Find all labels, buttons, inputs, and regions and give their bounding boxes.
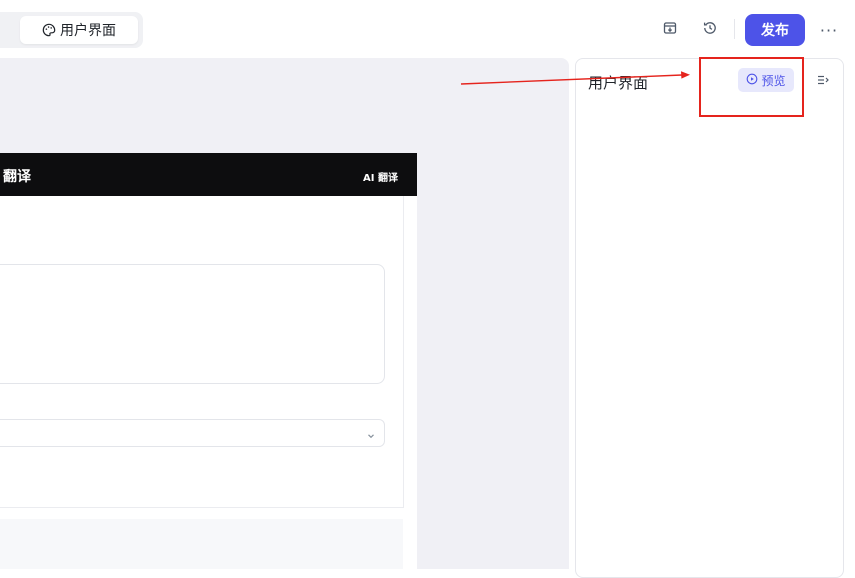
save-draft-button[interactable]: [656, 16, 684, 44]
preview-button-label: 预览: [761, 73, 786, 88]
toolbar-divider: [734, 19, 735, 39]
history-button[interactable]: [696, 16, 724, 44]
app-form-panel: [0, 196, 404, 508]
chevron-down-icon: [366, 426, 376, 445]
app-title: 翻译: [3, 169, 31, 185]
app-badge: AI 翻译: [363, 173, 398, 184]
text-input-area[interactable]: [0, 264, 385, 384]
tab-user-interface-label: 用户界面: [60, 23, 116, 39]
preview-button[interactable]: 预览: [738, 68, 794, 92]
more-options-button[interactable]: ···: [816, 16, 842, 44]
play-circle-icon: [746, 73, 758, 88]
canvas-gutter: [417, 153, 569, 569]
language-select[interactable]: [0, 419, 385, 447]
archive-download-icon: [662, 20, 678, 40]
palette-icon: [42, 23, 56, 37]
app-preview-frame: 翻译 AI 翻译: [0, 153, 417, 569]
tab-user-interface[interactable]: 用户界面: [20, 16, 138, 44]
history-icon: [702, 20, 718, 40]
mode-tab-group: 用户界面: [0, 12, 143, 48]
ui-config-panel: 用户界面 预览: [575, 58, 844, 578]
app-footer-panel: [0, 519, 403, 569]
panel-collapse-icon: [816, 72, 830, 91]
collapse-panel-button[interactable]: [812, 70, 834, 92]
app-header: 翻译 AI 翻译: [0, 153, 417, 196]
top-bar: 用户界面 发布 ···: [0, 0, 855, 58]
panel-title: 用户界面: [588, 74, 649, 92]
publish-button[interactable]: 发布: [745, 14, 805, 46]
